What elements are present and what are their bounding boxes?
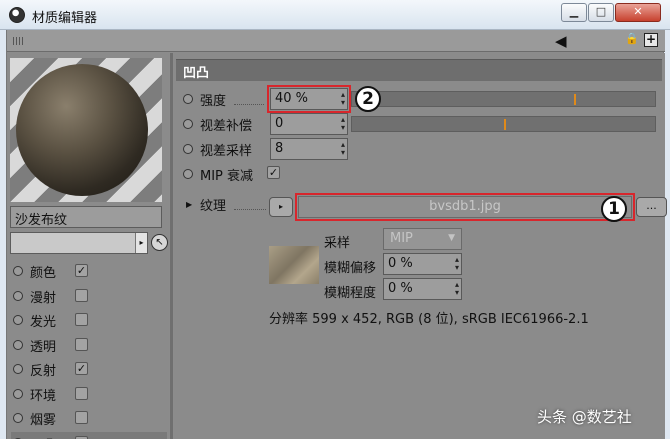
spinner-icon: ▴ ▾ — [454, 280, 459, 297]
strength-highlight-box — [267, 85, 351, 113]
cinema4d-app-icon — [9, 7, 25, 23]
toolbar: ◀ 🔒 + — [7, 30, 665, 52]
strength-slider-marker[interactable] — [574, 94, 576, 105]
parallax-offset-anim-dot[interactable] — [183, 119, 193, 129]
title-bar: 材质编辑器 ▁ □ ✕ — [0, 0, 670, 30]
texture-expand-triangle-icon[interactable]: ▶ — [186, 200, 192, 209]
channel-label[interactable]: 凹凸 — [30, 434, 56, 439]
channel-label[interactable]: 烟雾 — [30, 409, 56, 428]
window-title: 材质编辑器 — [32, 11, 98, 26]
material-preview-sphere — [16, 64, 148, 196]
channel-dot-icon[interactable] — [13, 388, 23, 399]
parallax-offset-slider[interactable] — [351, 116, 656, 132]
back-arrow-icon[interactable]: ◀ — [555, 32, 567, 50]
mip-falloff-label: MIP 衰减 — [200, 169, 254, 184]
blur-scale-input[interactable]: 0 % ▴ ▾ — [383, 278, 462, 300]
blur-offset-input[interactable]: 0 % ▴ ▾ — [383, 253, 462, 275]
channel-label[interactable]: 透明 — [30, 336, 56, 355]
spinner-icon: ▴ ▾ — [340, 115, 345, 132]
parallax-offset-slider-marker[interactable] — [504, 119, 506, 130]
channel-label[interactable]: 颜色 — [30, 262, 56, 281]
channel-label[interactable]: 发光 — [30, 311, 56, 330]
parallax-samples-anim-dot[interactable] — [183, 144, 193, 154]
channel-label[interactable]: 环境 — [30, 385, 56, 404]
sampling-label: 采样 — [324, 236, 351, 251]
material-name-field[interactable]: 沙发布纹 — [10, 206, 162, 228]
strength-slider[interactable] — [351, 91, 656, 107]
mip-falloff-checkbox[interactable]: ✓ — [267, 166, 280, 179]
channel-checkbox[interactable] — [75, 386, 88, 400]
material-preview[interactable] — [10, 58, 162, 202]
channel-checkbox[interactable]: ✓ — [75, 264, 88, 277]
channel-row[interactable]: 透明 — [11, 334, 167, 356]
close-button[interactable]: ✕ — [615, 3, 661, 22]
channel-row[interactable]: 颜色 ✓ — [11, 260, 167, 282]
channel-label[interactable]: 反射 — [30, 360, 56, 379]
lock-icon[interactable]: 🔒 — [625, 32, 639, 48]
new-window-plus-icon[interactable]: + — [644, 33, 658, 47]
channel-dot-icon[interactable] — [13, 315, 23, 325]
mip-falloff-anim-dot[interactable] — [183, 169, 193, 179]
channel-dot-icon[interactable] — [13, 339, 23, 350]
texture-resolution-info: 分辨率 599 x 452, RGB (8 位), sRGB IEC61966-… — [269, 312, 589, 327]
picker-arrow-icon[interactable]: ↖ — [151, 234, 168, 251]
strength-dots — [234, 104, 264, 105]
texture-highlight-box — [295, 193, 635, 221]
sampling-dropdown[interactable]: MIP ▼ — [383, 228, 462, 250]
channel-label[interactable]: 漫射 — [30, 287, 56, 306]
channel-checkbox[interactable] — [75, 288, 88, 302]
parallax-offset-label: 视差补偿 — [200, 119, 253, 134]
channel-checkbox[interactable]: ✓ — [75, 362, 88, 375]
channel-row[interactable]: 凹凸 ✓ — [11, 431, 167, 439]
callout-badge-2: 2 — [355, 86, 381, 112]
channel-checkbox[interactable] — [75, 313, 88, 326]
spinner-icon: ▴ ▾ — [454, 255, 459, 272]
menu-grip-icon[interactable] — [13, 37, 25, 45]
channel-dot-icon[interactable] — [13, 290, 23, 301]
channel-checkbox[interactable] — [75, 411, 88, 424]
texture-menu-button[interactable]: ▸ — [269, 197, 293, 217]
parallax-samples-input[interactable]: 8 ▴ ▾ — [270, 138, 348, 160]
blur-offset-label: 模糊偏移 — [324, 261, 377, 276]
material-editor-body: ◀ 🔒 + 沙发布纹 ▸ ↖ 颜色✓漫射发光透明反射✓环境烟雾凹凸✓ 凹凸 强度… — [6, 30, 667, 439]
strength-label: 强度 — [200, 94, 227, 109]
strength-anim-dot[interactable] — [183, 94, 193, 104]
texture-dots — [234, 209, 266, 210]
channel-dot-icon[interactable] — [13, 266, 23, 276]
channel-checkbox[interactable]: ✓ — [75, 435, 88, 439]
spinner-icon: ▴ ▾ — [340, 140, 345, 157]
channel-row[interactable]: 反射 ✓ — [11, 358, 167, 380]
texture-browse-button[interactable]: ... — [636, 197, 667, 217]
callout-badge-1: 1 — [601, 196, 627, 222]
parallax-samples-label: 视差采样 — [200, 144, 253, 159]
combo-arrow-icon[interactable]: ▸ — [135, 233, 147, 253]
blur-scale-label: 模糊程度 — [324, 286, 377, 301]
channel-row[interactable]: 漫射 — [11, 285, 167, 307]
minimize-button[interactable]: ▁ — [561, 3, 587, 22]
panel-divider[interactable] — [170, 53, 173, 439]
chevron-down-icon: ▼ — [448, 233, 455, 243]
material-combo[interactable]: ▸ — [10, 232, 148, 254]
parallax-offset-input[interactable]: 0 ▴ ▾ — [270, 113, 348, 135]
channel-row[interactable]: 烟雾 — [11, 407, 167, 429]
bump-properties-panel: 凹凸 强度 40 % ▴ ▾ 2 视差补偿 0 ▴ ▾ 视差采样 8 ▴ ▾ MIP 衰减 — [174, 53, 667, 439]
channel-dot-icon[interactable] — [13, 413, 23, 423]
channel-list-panel: 沙发布纹 ▸ ↖ 颜色 ✓ 漫射发光透明反射 ✓ 环境烟雾凹凸 ✓ — [7, 53, 169, 439]
maximize-button[interactable]: □ — [588, 3, 614, 22]
section-header-bump: 凹凸 — [176, 59, 662, 81]
channel-dot-icon[interactable] — [13, 364, 23, 374]
channel-row[interactable]: 发光 — [11, 309, 167, 331]
section-title: 凹凸 — [183, 66, 210, 81]
channel-row[interactable]: 环境 — [11, 383, 167, 405]
channel-checkbox[interactable] — [75, 337, 88, 351]
texture-label: 纹理 — [200, 199, 227, 214]
watermark: 头条 @数艺社 — [537, 408, 632, 426]
texture-thumbnail[interactable] — [269, 246, 319, 284]
